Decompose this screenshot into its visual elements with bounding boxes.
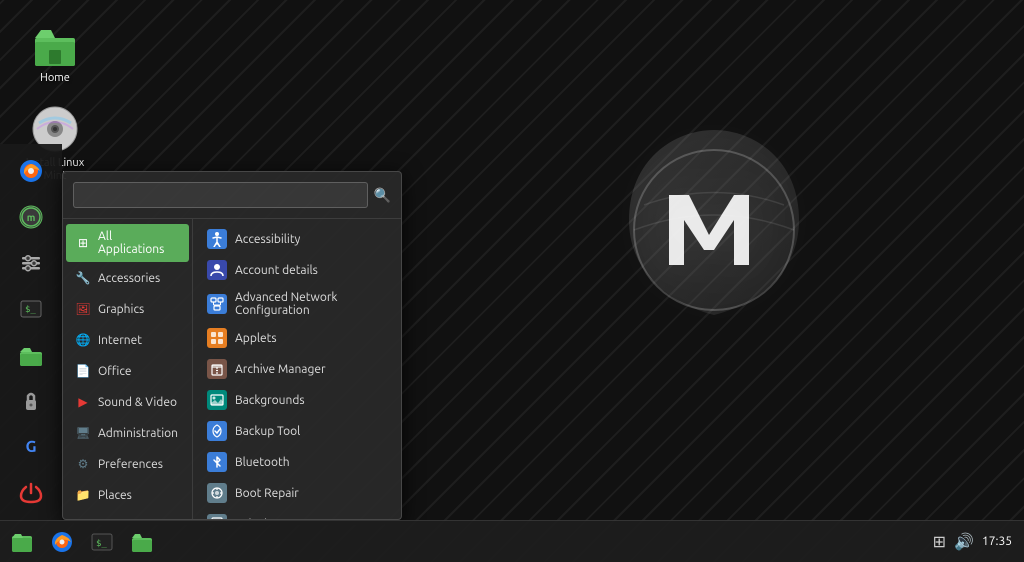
- sidebar-item-google[interactable]: G: [10, 426, 52, 468]
- boot-repair-app-icon: [207, 483, 227, 503]
- sidebar-item-power[interactable]: [10, 472, 52, 514]
- adv-network-app-icon: [207, 294, 227, 314]
- category-item-places[interactable]: 📁 Places: [66, 480, 189, 510]
- volume-taskbar-icon[interactable]: 🔊: [954, 532, 974, 551]
- app-item-boot-repair[interactable]: Boot Repair: [197, 478, 397, 508]
- network-taskbar-icon[interactable]: ⊞: [933, 532, 946, 551]
- category-item-all[interactable]: ⊞ All Applications: [66, 224, 189, 262]
- app-item-adv-network[interactable]: Advanced Network Configuration: [197, 286, 397, 322]
- app-label-account-details: Account details: [235, 264, 318, 277]
- app-label-applets: Applets: [235, 332, 277, 345]
- app-label-bluetooth: Bluetooth: [235, 456, 290, 469]
- category-item-administration[interactable]: 🖥 Administration: [66, 418, 189, 448]
- backgrounds-app-icon: [207, 390, 227, 410]
- internet-icon: 🌐: [74, 331, 92, 349]
- home-icon-label: Home: [40, 72, 70, 85]
- category-item-sound-video[interactable]: ▶ Sound & Video: [66, 387, 189, 417]
- category-item-recent[interactable]: 🕐 Recent Files: [66, 511, 189, 519]
- svg-text:$_: $_: [96, 539, 107, 549]
- app-label-boot-repair: Boot Repair: [235, 487, 299, 500]
- svg-text:m: m: [27, 212, 36, 223]
- menu-search-bar: 🔍: [63, 172, 401, 219]
- account-details-app-icon: [207, 260, 227, 280]
- accessories-icon: 🔧: [74, 269, 92, 287]
- app-item-archive-manager[interactable]: Archive Manager: [197, 354, 397, 384]
- taskbar: $_ ⊞ 🔊 17:35: [0, 520, 1024, 562]
- category-item-graphics[interactable]: 🖼 Graphics: [66, 294, 189, 324]
- taskbar-btn-terminal[interactable]: $_: [84, 524, 120, 560]
- administration-icon: 🖥: [74, 424, 92, 442]
- sidebar-item-firefox[interactable]: [10, 150, 52, 192]
- archive-manager-app-icon: [207, 359, 227, 379]
- bluetooth-app-icon: [207, 452, 227, 472]
- places-icon: 📁: [74, 486, 92, 504]
- sidebar-item-mint-menu[interactable]: m: [10, 196, 52, 238]
- app-label-accessibility: Accessibility: [235, 233, 300, 246]
- menu-panel: 🔍 ⊞ All Applications 🔧 Accessories 🖼 Gra…: [62, 171, 402, 520]
- sidebar-item-settings[interactable]: [10, 242, 52, 284]
- menu-categories: ⊞ All Applications 🔧 Accessories 🖼 Graph…: [63, 219, 193, 519]
- calculator-app-icon: [207, 514, 227, 519]
- category-label-accessories: Accessories: [98, 272, 160, 285]
- app-item-calculator[interactable]: Calculator: [197, 509, 397, 519]
- category-label-sound-video: Sound & Video: [98, 396, 177, 409]
- backup-tool-app-icon: [207, 421, 227, 441]
- office-icon: 📄: [74, 362, 92, 380]
- category-label-places: Places: [98, 489, 132, 502]
- menu-search-input[interactable]: [73, 182, 368, 208]
- app-item-backgrounds[interactable]: Backgrounds: [197, 385, 397, 415]
- applets-app-icon: [207, 328, 227, 348]
- app-label-calculator: Calculator: [235, 518, 290, 520]
- sidebar-item-terminal[interactable]: $_: [10, 288, 52, 330]
- sidebar: m $_: [0, 144, 62, 520]
- category-label-office: Office: [98, 365, 132, 378]
- desktop-icon-home[interactable]: Home: [20, 20, 90, 85]
- sound-video-icon: ▶: [74, 393, 92, 411]
- app-item-backup-tool[interactable]: Backup Tool: [197, 416, 397, 446]
- all-apps-icon: ⊞: [74, 234, 92, 252]
- taskbar-btn-firefox[interactable]: [44, 524, 80, 560]
- app-label-archive-manager: Archive Manager: [235, 363, 326, 376]
- taskbar-left: $_: [0, 524, 160, 560]
- category-label-preferences: Preferences: [98, 458, 163, 471]
- taskbar-time: 17:35: [982, 535, 1012, 548]
- desktop: Home Install Linux Mint: [0, 0, 1024, 562]
- category-label-graphics: Graphics: [98, 303, 144, 316]
- graphics-icon: 🖼: [74, 300, 92, 318]
- sidebar-item-lock[interactable]: [10, 380, 52, 422]
- home-folder-icon: [31, 20, 79, 68]
- sidebar-item-folder[interactable]: [10, 334, 52, 376]
- accessibility-app-icon: [207, 229, 227, 249]
- category-item-accessories[interactable]: 🔧 Accessories: [66, 263, 189, 293]
- category-item-preferences[interactable]: ⚙ Preferences: [66, 449, 189, 479]
- app-item-accessibility[interactable]: Accessibility: [197, 224, 397, 254]
- category-label-internet: Internet: [98, 334, 142, 347]
- app-label-backup-tool: Backup Tool: [235, 425, 300, 438]
- category-label-administration: Administration: [98, 427, 178, 440]
- category-label-all: All Applications: [98, 230, 181, 256]
- category-item-office[interactable]: 📄 Office: [66, 356, 189, 386]
- menu-apps: Accessibility Account details Advanced N…: [193, 219, 401, 519]
- app-label-backgrounds: Backgrounds: [235, 394, 305, 407]
- taskbar-right: ⊞ 🔊 17:35: [933, 532, 1024, 551]
- search-icon: 🔍: [374, 187, 391, 204]
- app-item-account-details[interactable]: Account details: [197, 255, 397, 285]
- mint-logo: [604, 100, 824, 360]
- category-item-internet[interactable]: 🌐 Internet: [66, 325, 189, 355]
- recent-icon: 🕐: [74, 517, 92, 519]
- preferences-icon: ⚙: [74, 455, 92, 473]
- taskbar-btn-files[interactable]: [4, 524, 40, 560]
- svg-text:$_: $_: [25, 305, 36, 315]
- app-item-bluetooth[interactable]: Bluetooth: [197, 447, 397, 477]
- menu-body: ⊞ All Applications 🔧 Accessories 🖼 Graph…: [63, 219, 401, 519]
- app-label-adv-network: Advanced Network Configuration: [235, 291, 387, 317]
- app-item-applets[interactable]: Applets: [197, 323, 397, 353]
- taskbar-btn-folder[interactable]: [124, 524, 160, 560]
